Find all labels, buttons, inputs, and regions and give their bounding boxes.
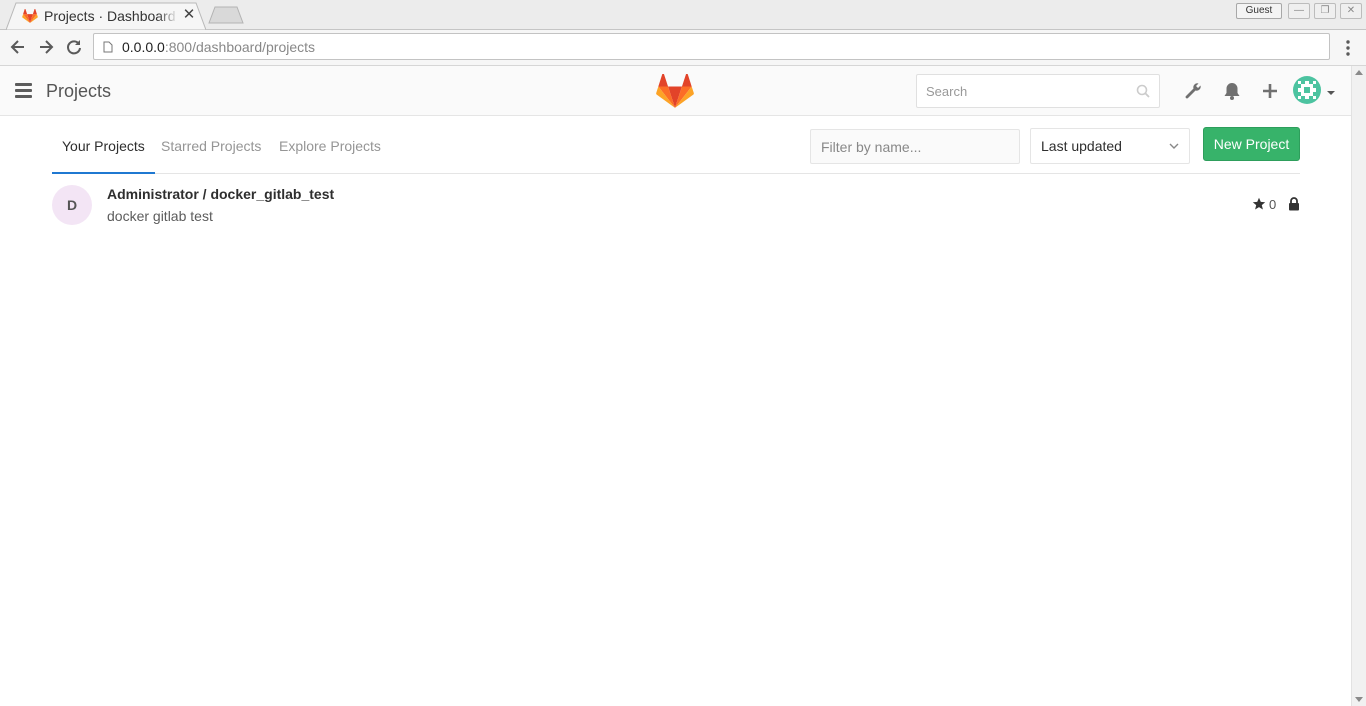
new-project-button[interactable]: New Project	[1203, 127, 1300, 161]
new-tab-button[interactable]	[208, 6, 244, 24]
browser-menu-icon[interactable]	[1340, 38, 1356, 58]
plus-icon[interactable]	[1260, 81, 1280, 101]
guest-profile-badge[interactable]: Guest	[1236, 3, 1282, 19]
tab-starred-projects[interactable]: Starred Projects	[151, 116, 271, 174]
back-arrow-icon[interactable]	[8, 37, 28, 57]
url-text: 0.0.0.0:800/dashboard/projects	[122, 39, 315, 55]
page-title: Projects	[46, 81, 112, 101]
chevron-down-icon	[1169, 143, 1179, 149]
search-icon	[1136, 84, 1150, 98]
notifications-bell-icon[interactable]	[1222, 81, 1242, 101]
lock-icon	[1289, 197, 1299, 211]
user-menu-caret-icon[interactable]	[1327, 91, 1335, 95]
tab-your-projects[interactable]: Your Projects	[52, 116, 155, 174]
url-path: :800/dashboard/projects	[164, 39, 316, 55]
star-count: 0	[1269, 197, 1277, 212]
close-window-button[interactable]: ✕	[1340, 3, 1362, 19]
filter-by-name-input[interactable]	[810, 129, 1020, 164]
url-host: 0.0.0.0	[122, 39, 165, 55]
restore-window-button[interactable]: ❐	[1314, 3, 1336, 19]
reload-icon[interactable]	[64, 37, 84, 57]
scroll-up-icon[interactable]	[1355, 70, 1363, 75]
tab-close-icon[interactable]: ✕	[182, 7, 196, 22]
minimize-window-button[interactable]: —	[1288, 3, 1310, 19]
search-box	[916, 74, 1160, 108]
sort-dropdown[interactable]: Last updated	[1030, 128, 1190, 164]
hamburger-menu-icon[interactable]	[15, 83, 32, 98]
project-name-link[interactable]: Administrator / docker_gitlab_test	[107, 186, 334, 202]
scroll-down-icon[interactable]	[1355, 697, 1363, 702]
admin-wrench-icon[interactable]	[1183, 81, 1203, 101]
browser-tab[interactable]: Projects · Dashboard ✕	[6, 2, 206, 30]
address-bar[interactable]: 0.0.0.0:800/dashboard/projects	[93, 33, 1330, 60]
browser-tabstrip: Projects · Dashboard ✕ Guest — ❐ ✕	[0, 0, 1366, 30]
gitlab-logo[interactable]	[656, 74, 694, 108]
gitlab-favicon-icon	[22, 9, 38, 23]
tab-explore-projects[interactable]: Explore Projects	[269, 116, 391, 174]
star-icon	[1252, 197, 1266, 210]
user-avatar[interactable]	[1292, 75, 1322, 105]
forward-arrow-icon[interactable]	[36, 37, 56, 57]
page-scrollbar[interactable]	[1351, 66, 1366, 706]
projects-nav: Your Projects Starred Projects Explore P…	[52, 116, 1300, 174]
search-input[interactable]	[917, 75, 1127, 107]
project-avatar[interactable]: D	[52, 185, 92, 225]
browser-toolbar: 0.0.0.0:800/dashboard/projects	[0, 30, 1366, 66]
project-description: docker gitlab test	[107, 208, 213, 224]
page-icon	[103, 41, 113, 53]
tab-title: Projects · Dashboard	[44, 8, 176, 24]
project-list-item[interactable]: D Administrator / docker_gitlab_test doc…	[52, 174, 1300, 234]
sort-selected-value: Last updated	[1041, 138, 1122, 154]
app-header: Projects	[0, 66, 1351, 116]
